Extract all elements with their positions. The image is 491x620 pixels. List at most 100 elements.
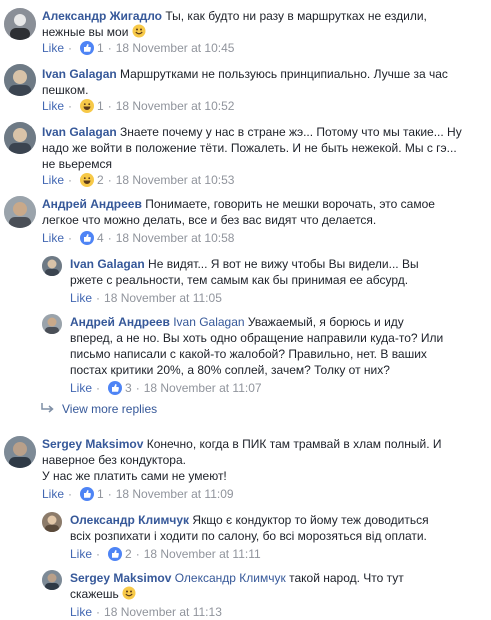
like-link[interactable]: Like [70,380,92,396]
comment-text: пешком. [42,83,89,97]
author-name[interactable]: Олександр Климчук [70,513,189,527]
comment-body: Андрей Андреев Понимаете, говорить не ме… [42,196,482,228]
separator: · [107,99,112,113]
reaction-count[interactable]: 3 [108,380,132,396]
separator: · [107,487,112,501]
reply-arrow-icon [40,402,56,416]
haha-icon [80,99,95,113]
like-link[interactable]: Like [70,546,92,562]
comment-meta: Like · 1 · 18 November at 11:09 [42,486,234,502]
reaction-count[interactable]: 2 [80,172,104,188]
avatar[interactable] [4,122,36,154]
comment-text: наверное без кондуктора. [42,453,186,467]
author-name[interactable]: Андрей Андреев [42,197,142,211]
reaction-number: 1 [97,487,104,501]
author-name[interactable]: Александр Жигадло [42,9,162,23]
view-more-replies[interactable]: View more replies [40,402,157,416]
author-name[interactable]: Sergey Maksimov [42,437,143,451]
comment-text: Ты, как будто ни разу в маршрутках не ез… [165,9,427,23]
view-more-label[interactable]: View more replies [62,402,157,416]
like-link[interactable]: Like [70,290,92,306]
comment-body: Андрей Андреев Ivan Galagan Уважаемый, я… [70,314,480,378]
author-name[interactable]: Sergey Maksimov [70,571,171,585]
comment-meta: Like · 18 November at 11:13 [70,604,222,620]
comment-text: легкое что можно делать, все и без вас в… [42,213,377,227]
avatar[interactable] [4,8,36,40]
timestamp[interactable]: 18 November at 11:09 [116,486,234,502]
reaction-count[interactable]: 1 [80,486,104,502]
like-link[interactable]: Like [42,172,64,188]
comment-meta: Like · 2 · 18 November at 10:53 [42,172,234,188]
author-name[interactable]: Ivan Galagan [42,67,117,81]
comment-body: Александр Жигадло Ты, как будто ни разу … [42,8,482,40]
like-link[interactable]: Like [70,604,92,620]
smile-emoji-icon [132,24,146,38]
timestamp[interactable]: 18 November at 11:05 [104,290,222,306]
avatar[interactable] [42,256,62,276]
avatar[interactable] [42,512,62,532]
comment-meta: Like · 3 · 18 November at 11:07 [70,380,262,396]
reaction-number: 1 [97,41,104,55]
author-name[interactable]: Ivan Galagan [42,125,117,139]
comment-text: Конечно, когда в ПИК там трамвай в хлам … [146,437,442,451]
like-link[interactable]: Like [42,486,64,502]
timestamp[interactable]: 18 November at 11:13 [104,604,222,620]
avatar[interactable] [4,196,36,228]
reaction-number: 2 [97,173,104,187]
comment-body: Олександр Климчук Якщо є кондуктор то йо… [70,512,480,544]
comment-text: Знаете почему у нас в стране жэ... Потом… [120,125,462,139]
comment-text: У нас же платить сами не умеют! [42,469,227,483]
reaction-count[interactable]: 4 [80,230,104,246]
reaction-count[interactable]: 2 [108,546,132,562]
comment-text: ржете с реальности, тем самым как бы при… [70,273,409,287]
author-name[interactable]: Ivan Galagan [70,257,145,271]
thumbs-up-icon [80,231,95,245]
separator: · [68,41,73,55]
avatar[interactable] [42,314,62,334]
timestamp[interactable]: 18 November at 11:07 [144,380,262,396]
comment-text: Маршрутками не пользуюсь принципиально. … [120,67,448,81]
separator: · [68,231,73,245]
comment-body: Sergey Maksimov Конечно, когда в ПИК там… [42,436,482,484]
timestamp[interactable]: 18 November at 10:53 [116,172,235,188]
reaction-number: 3 [125,381,132,395]
thumbs-up-icon [108,547,123,561]
separator: · [96,547,101,561]
comment-text: такой народ. Что тут [289,571,404,585]
avatar[interactable] [42,570,62,590]
comment-text: вперед, а не но. Вы хоть одно обращение … [70,331,444,345]
comment-text: Понимаете, говорить не мешки ворочать, э… [145,197,435,211]
like-link[interactable]: Like [42,230,64,246]
comment-text: Уважаемый, я борюсь и иду [247,315,404,329]
separator: · [96,291,101,305]
separator: · [107,231,112,245]
timestamp[interactable]: 18 November at 11:11 [144,546,261,562]
reaction-count[interactable]: 1 [80,40,104,56]
comment-body: Ivan Galagan Маршрутками не пользуюсь пр… [42,66,482,98]
comment-body: Ivan Galagan Не видят... Я вот не вижу ч… [70,256,480,288]
timestamp[interactable]: 18 November at 10:52 [116,98,235,114]
separator: · [107,41,112,55]
haha-icon [80,173,95,187]
avatar[interactable] [4,436,36,468]
mention-link[interactable]: Ivan Galagan [173,315,244,329]
thumbs-up-icon [108,381,123,395]
timestamp[interactable]: 18 November at 10:58 [116,230,235,246]
timestamp[interactable]: 18 November at 10:45 [116,40,235,56]
avatar[interactable] [4,64,36,96]
comment-text: надо же войти в положение тёти. Пожалеть… [42,141,457,155]
separator: · [68,99,73,113]
like-link[interactable]: Like [42,40,64,56]
comment-text: Не видят... Я вот не вижу чтобы Вы видел… [148,257,419,271]
comment-text: постах критики 20%, а 80% соплей, зачем?… [70,363,390,377]
comment-text: скажешь [70,587,119,601]
thumbs-up-icon [80,487,95,501]
comment-body: Sergey Maksimov Олександр Климчук такой … [70,570,480,602]
author-name[interactable]: Андрей Андреев [70,315,170,329]
separator: · [96,381,101,395]
mention-link[interactable]: Олександр Климчук [175,571,286,585]
like-link[interactable]: Like [42,98,64,114]
separator: · [68,487,73,501]
thumbs-up-icon [80,41,95,55]
reaction-count[interactable]: 1 [80,98,104,114]
